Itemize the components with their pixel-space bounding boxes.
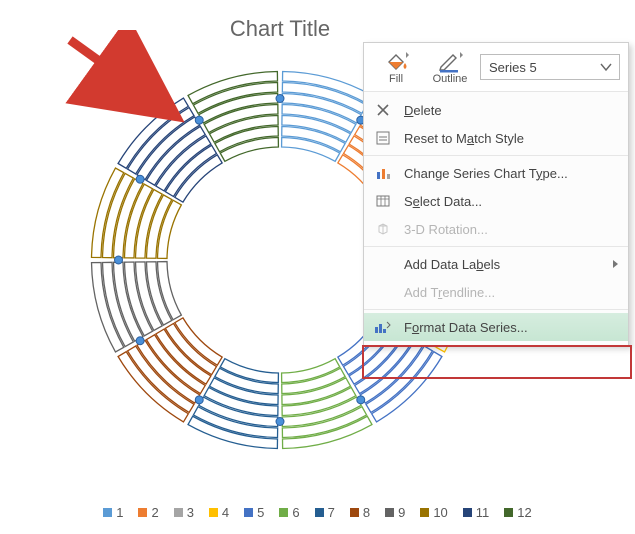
series-select-value: Series 5 — [489, 60, 537, 75]
legend-item[interactable]: 7 — [315, 505, 335, 520]
menu-reset-label: Reset to Match Style — [404, 131, 524, 146]
mini-toolbar: Fill Outline Series 5 — [364, 43, 628, 92]
legend-label: 3 — [187, 505, 194, 520]
menu-3d-rotation: 3-D Rotation... — [364, 215, 628, 243]
legend-item[interactable]: 2 — [138, 505, 158, 520]
legend-label: 5 — [257, 505, 264, 520]
menu-delete[interactable]: Delete — [364, 96, 628, 124]
legend-item[interactable]: 3 — [174, 505, 194, 520]
legend-item[interactable]: 12 — [504, 505, 531, 520]
outline-label: Outline — [433, 73, 468, 85]
legend-item[interactable]: 11 — [463, 505, 490, 520]
menu-format-series[interactable]: Format Data Series... — [364, 313, 628, 341]
menu-delete-label: Delete — [404, 103, 442, 118]
chart-legend[interactable]: 123456789101112 — [0, 505, 635, 520]
legend-label: 1 — [116, 505, 123, 520]
format-series-icon — [372, 319, 394, 335]
legend-swatch — [103, 508, 112, 517]
menu-list: Delete Reset to Match Style Change Serie… — [364, 92, 628, 345]
menu-format-series-label: Format Data Series... — [404, 320, 528, 335]
legend-label: 11 — [476, 505, 490, 520]
legend-swatch — [244, 508, 253, 517]
chevron-down-icon — [599, 60, 613, 74]
legend-swatch — [420, 508, 429, 517]
legend-item[interactable]: 9 — [385, 505, 405, 520]
cube-icon — [372, 221, 394, 237]
legend-item[interactable]: 4 — [209, 505, 229, 520]
menu-data-labels-label: Add Data Labels — [404, 257, 500, 272]
legend-swatch — [315, 508, 324, 517]
legend-label: 10 — [433, 505, 447, 520]
menu-3d-rotation-label: 3-D Rotation... — [404, 222, 488, 237]
legend-item[interactable]: 5 — [244, 505, 264, 520]
legend-label: 2 — [151, 505, 158, 520]
context-menu: Fill Outline Series 5 — [363, 42, 629, 346]
chart-screenshot: Chart Title 123456789101112 — [0, 0, 635, 534]
legend-swatch — [504, 508, 513, 517]
outline-button[interactable]: Outline — [426, 49, 474, 85]
legend-item[interactable]: 6 — [279, 505, 299, 520]
menu-reset[interactable]: Reset to Match Style — [364, 124, 628, 152]
chart-title[interactable]: Chart Title — [0, 16, 560, 42]
chart-type-icon — [372, 165, 394, 181]
legend-label: 12 — [517, 505, 531, 520]
legend-item[interactable]: 1 — [103, 505, 123, 520]
legend-swatch — [350, 508, 359, 517]
menu-change-type[interactable]: Change Series Chart Type... — [364, 159, 628, 187]
menu-trendline: Add Trendline... — [364, 278, 628, 306]
fill-label: Fill — [389, 73, 403, 85]
submenu-arrow-icon — [613, 260, 618, 268]
legend-swatch — [209, 508, 218, 517]
legend-swatch — [463, 508, 472, 517]
menu-select-data[interactable]: Select Data... — [364, 187, 628, 215]
legend-swatch — [174, 508, 183, 517]
legend-swatch — [385, 508, 394, 517]
legend-label: 9 — [398, 505, 405, 520]
legend-swatch — [138, 508, 147, 517]
legend-swatch — [279, 508, 288, 517]
reset-icon — [372, 130, 394, 146]
menu-select-data-label: Select Data... — [404, 194, 482, 209]
menu-change-type-label: Change Series Chart Type... — [404, 166, 568, 181]
legend-label: 6 — [292, 505, 299, 520]
legend-item[interactable]: 10 — [420, 505, 447, 520]
legend-label: 7 — [328, 505, 335, 520]
select-data-icon — [372, 193, 394, 209]
legend-label: 4 — [222, 505, 229, 520]
menu-trendline-label: Add Trendline... — [404, 285, 495, 300]
menu-data-labels[interactable]: Add Data Labels — [364, 250, 628, 278]
legend-label: 8 — [363, 505, 370, 520]
series-select[interactable]: Series 5 — [480, 54, 620, 80]
delete-icon — [372, 102, 394, 118]
fill-button[interactable]: Fill — [372, 49, 420, 85]
legend-item[interactable]: 8 — [350, 505, 370, 520]
